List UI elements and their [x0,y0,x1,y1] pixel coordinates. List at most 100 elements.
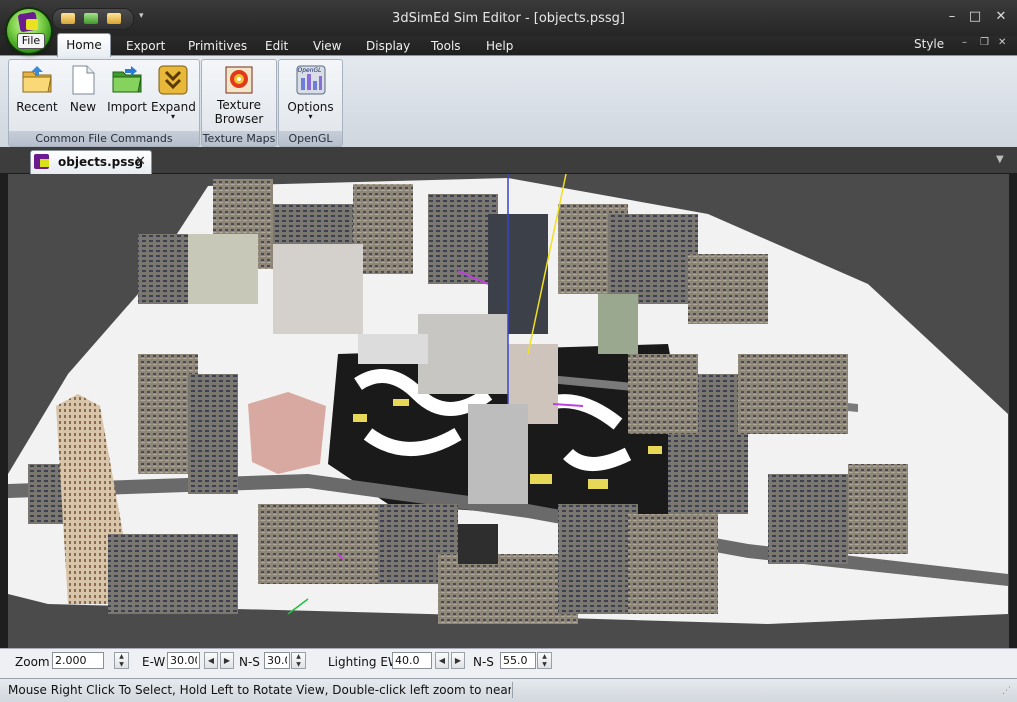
ribbon-close-icon[interactable]: ✕ [998,37,1006,48]
document-tab[interactable]: objects.pssg ✕ [30,150,152,174]
lighting-ns-input[interactable] [500,652,536,669]
texture-browser-icon [223,64,255,96]
options-button[interactable]: OpenGL Options ▾ [283,64,338,121]
status-separator [512,682,513,698]
close-icon[interactable]: ✕ [991,9,1011,24]
building [608,214,698,304]
zoom-label: Zoom [15,655,50,669]
resize-grip-icon[interactable]: ⋰ [1002,686,1011,696]
canopy [588,479,608,489]
new-button-label: New [69,100,97,114]
group-caption: Texture Maps [202,131,276,146]
tab-display[interactable]: Display [366,39,410,53]
ribbon-minimize-icon[interactable]: – [962,37,967,48]
maximize-icon[interactable]: □ [965,9,985,24]
building [418,314,508,394]
lighting-ns-spinner[interactable]: ▲ ▼ [537,652,552,669]
opengl-options-icon: OpenGL [295,64,327,96]
city-scene [8,174,1008,624]
building [188,374,238,494]
tab-home[interactable]: Home [57,33,111,57]
building [558,504,638,614]
opengl-icon-text: OpenGL [297,67,322,74]
tab-list-dropdown-icon[interactable]: ▼ [996,154,1004,165]
tab-view[interactable]: View [313,39,341,53]
tab-primitives[interactable]: Primitives [188,39,247,53]
expand-button[interactable]: Expand ▾ [151,64,196,121]
lighting-decrease-icon[interactable]: ◀ [435,652,449,669]
tab-edit[interactable]: Edit [265,39,288,53]
zoom-spinner[interactable]: ▲ ▼ [114,652,129,669]
building [273,244,363,334]
building [188,234,258,304]
ribbon-panel: Recent New Import Expand ▾ Common File C… [0,55,1017,148]
ew-input[interactable] [167,652,200,669]
close-tab-icon[interactable]: ✕ [135,154,146,169]
app-logo-accent-icon [26,19,38,30]
ribbon-tab-row: Export Primitives Edit View Display Tool… [0,36,1017,56]
building [108,534,238,614]
building [738,354,848,434]
options-dropdown-icon: ▾ [308,112,313,121]
ns-label: N-S [239,655,260,669]
window-title: 3dSimEd Sim Editor - [objects.pssg] [392,11,625,26]
texture-browser-label-2: Browser [214,112,264,126]
minimize-icon[interactable]: – [942,9,962,24]
building [258,504,378,584]
building [428,194,498,284]
building [628,354,698,434]
ribbon-restore-icon[interactable]: ❐ [980,37,989,48]
group-caption: OpenGL [279,131,342,146]
lighting-increase-icon[interactable]: ▶ [451,652,465,669]
lighting-ew-label: Lighting EW [328,655,400,669]
building [768,474,848,564]
group-caption: Common File Commands [9,131,199,146]
document-icon-accent [40,159,49,167]
ew-increase-icon[interactable]: ▶ [220,652,234,669]
style-menu[interactable]: Style [914,37,944,51]
expand-icon [157,64,189,96]
import-button[interactable]: Import [107,64,147,114]
import-button-label: Import [107,100,147,114]
building [458,524,498,564]
building [598,294,638,354]
building [438,554,578,624]
document-tab-label: objects.pssg [58,155,144,169]
building [248,392,326,474]
new-file-icon [67,64,99,96]
ns-input[interactable] [264,652,290,669]
tab-export[interactable]: Export [126,39,165,53]
building [668,434,748,514]
building [688,254,768,324]
recent-button-label: Recent [16,100,58,114]
status-bar: Mouse Right Click To Select, Hold Left t… [0,678,1017,702]
3d-viewport[interactable] [8,174,1009,648]
expand-dropdown-icon: ▾ [170,112,175,121]
canopy [353,414,367,422]
group-opengl: OpenGL Options ▾ OpenGL [278,59,343,147]
recent-button[interactable]: Recent [16,64,58,114]
file-button-label: File [17,33,45,49]
status-text: Mouse Right Click To Select, Hold Left t… [8,683,511,697]
canopy [648,446,662,454]
ns-spinner[interactable]: ▲ ▼ [291,652,306,669]
texture-browser-button[interactable]: Texture Browser [206,64,272,126]
lighting-ew-input[interactable] [392,652,432,669]
import-folder-icon [111,64,143,96]
zoom-input[interactable] [52,652,104,669]
document-tab-strip [0,147,1017,173]
view-controls-bar: Zoom ▲▼ E-W ◀ ▶ N-S ▲▼ Lighting EW ◀ ▶ N… [0,648,1017,679]
canopy [393,399,409,406]
ew-decrease-icon[interactable]: ◀ [204,652,218,669]
ew-label: E-W [142,655,166,669]
new-button[interactable]: New [67,64,99,114]
group-common-file-commands: Recent New Import Expand ▾ Common File C… [8,59,200,147]
file-button[interactable]: File [7,9,51,53]
texture-browser-label-1: Texture [217,98,261,112]
building [848,464,908,554]
building [358,334,428,364]
tab-help[interactable]: Help [486,39,513,53]
lighting-ns-label: N-S [473,655,494,669]
tab-tools[interactable]: Tools [431,39,461,53]
group-texture-maps: Texture Browser Texture Maps [201,59,277,147]
